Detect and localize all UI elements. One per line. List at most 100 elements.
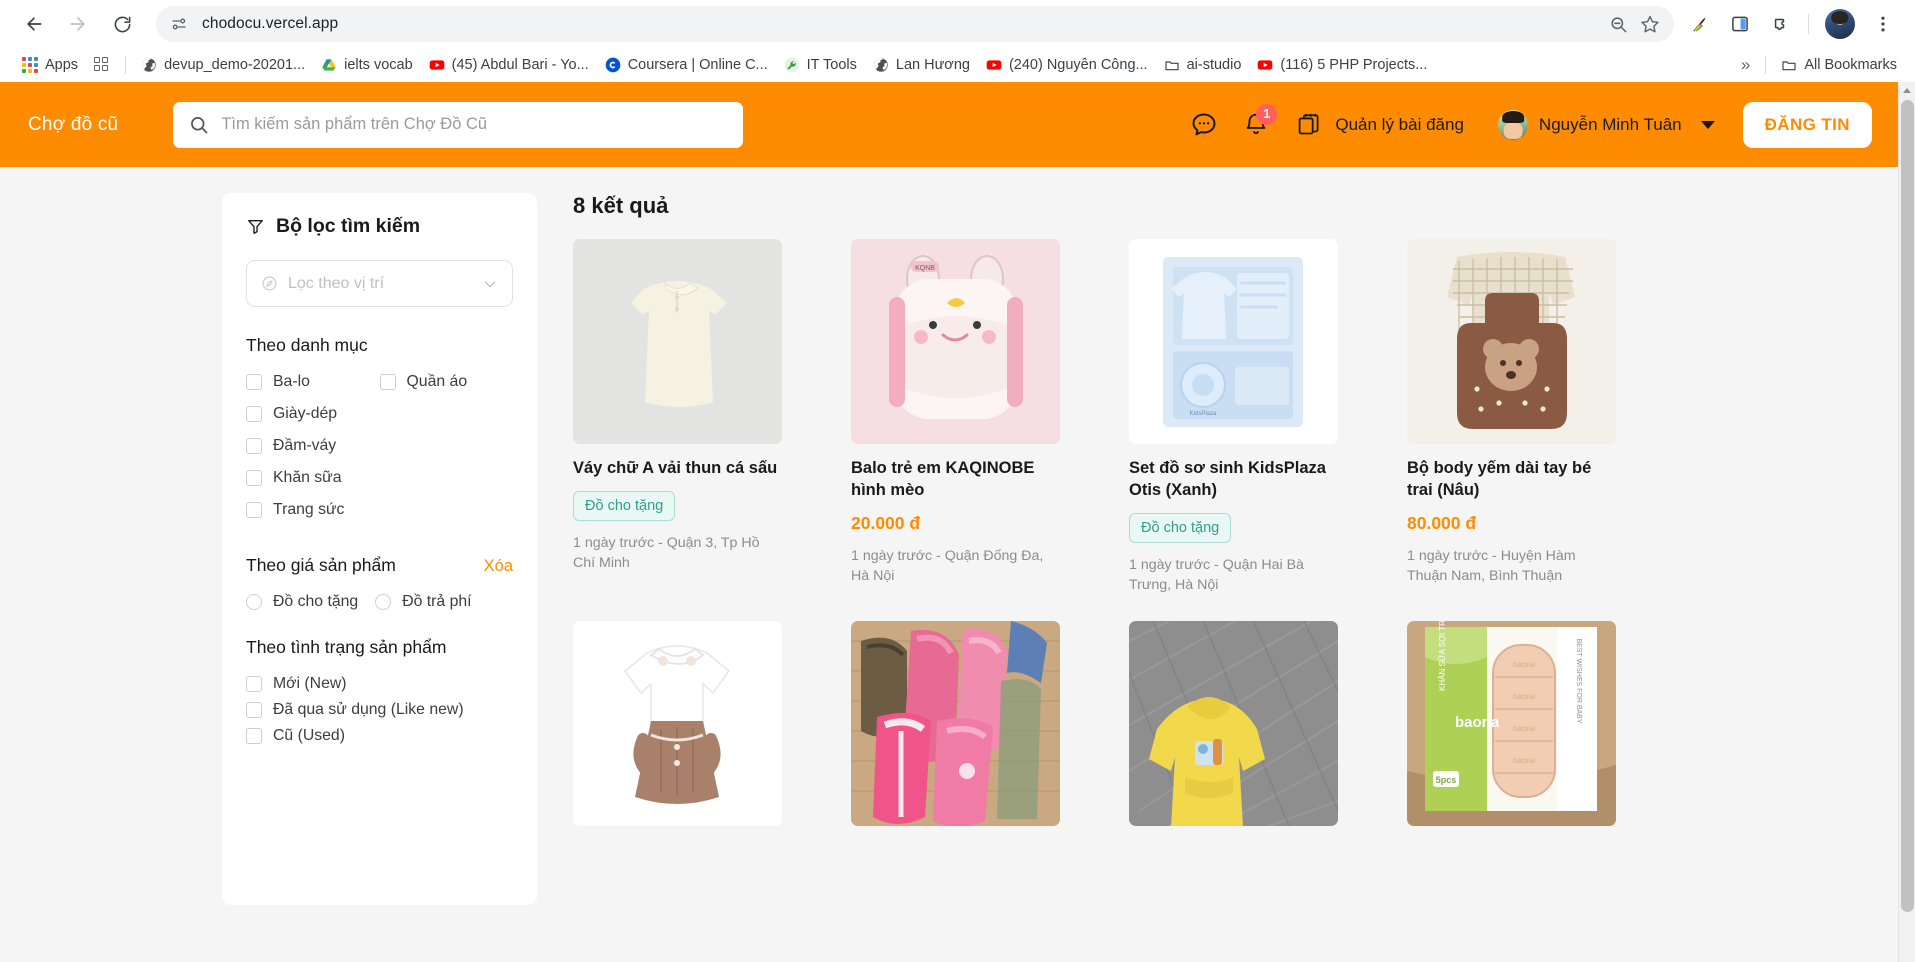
checkbox-icon[interactable] bbox=[379, 374, 396, 390]
search-box[interactable] bbox=[173, 101, 744, 148]
checkbox-icon[interactable] bbox=[246, 406, 262, 422]
product-card[interactable]: KidsPlaza Set đồ sơ sinh KidsPlaza Otis … bbox=[1129, 239, 1338, 595]
product-image[interactable] bbox=[1407, 239, 1616, 444]
bookmark-php-projects[interactable]: (116) 5 PHP Projects... bbox=[1249, 54, 1435, 76]
back-button[interactable] bbox=[14, 4, 54, 44]
product-card[interactable] bbox=[573, 621, 782, 827]
bookmark-star-icon[interactable] bbox=[1640, 14, 1660, 34]
product-image[interactable]: KQNB bbox=[851, 239, 1060, 444]
bookmark-it-tools[interactable]: IT Tools bbox=[776, 54, 865, 76]
bookmarks-divider-right bbox=[1765, 55, 1767, 74]
chevron-down-icon[interactable] bbox=[1700, 120, 1715, 129]
option-label: Cũ (Used) bbox=[273, 727, 345, 744]
product-title[interactable]: Balo trẻ em KAQINOBE hình mèo bbox=[851, 458, 1060, 502]
post-ad-button[interactable]: ĐĂNG TIN bbox=[1742, 101, 1872, 148]
product-image[interactable]: baona baona baona baona KHĂN SỮA SỢI TRE b… bbox=[1407, 621, 1616, 827]
option-label: Trang sức bbox=[273, 501, 345, 518]
checkbox-option-trang-suc[interactable]: Trang sức bbox=[246, 497, 380, 523]
product-image[interactable] bbox=[851, 621, 1060, 827]
checkbox-icon[interactable] bbox=[246, 502, 262, 518]
user-name: Nguyễn Minh Tuân bbox=[1538, 114, 1682, 134]
checkbox-icon[interactable] bbox=[246, 728, 262, 744]
product-title[interactable]: Váy chữ A vải thun cá sấu bbox=[573, 458, 782, 480]
checkbox-option-moi-new[interactable]: Mới (New) bbox=[246, 671, 513, 697]
product-card[interactable] bbox=[1129, 621, 1338, 827]
product-title[interactable]: Bộ body yếm dài tay bé trai (Nâu) bbox=[1407, 458, 1616, 502]
manage-posts-button[interactable]: Quản lý bài đăng bbox=[1296, 111, 1464, 138]
product-card[interactable]: Váy chữ A vải thun cá sấu Đồ cho tặng 1 … bbox=[573, 239, 782, 595]
bookmarks-overflow-button[interactable]: » bbox=[1733, 52, 1758, 78]
checkbox-option-khan-sua[interactable]: Khăn sữa bbox=[246, 465, 380, 491]
checkbox-icon[interactable] bbox=[246, 374, 262, 390]
checkbox-option-ba-lo[interactable]: Ba-lo bbox=[246, 369, 380, 395]
chevron-down-icon[interactable] bbox=[482, 276, 498, 292]
extensions-puzzle-icon[interactable] bbox=[1762, 6, 1798, 42]
bookmarks-bar: Apps devup_demo-20201... ielts vocab (45… bbox=[0, 48, 1915, 82]
product-card[interactable] bbox=[851, 621, 1060, 827]
svg-text:baona: baona bbox=[1455, 714, 1500, 731]
bookmark-label: (116) 5 PHP Projects... bbox=[1280, 56, 1428, 73]
globe-icon bbox=[141, 57, 157, 73]
checkbox-option-cu-used[interactable]: Cũ (Used) bbox=[246, 723, 513, 749]
site-info-icon[interactable] bbox=[170, 15, 188, 33]
product-price: 80.000 đ bbox=[1407, 512, 1477, 533]
product-image[interactable] bbox=[573, 621, 782, 827]
product-card[interactable]: Bộ body yếm dài tay bé trai (Nâu) 80.000… bbox=[1407, 239, 1616, 595]
scrollbar-up-button[interactable] bbox=[1899, 82, 1915, 99]
product-image[interactable]: KidsPlaza bbox=[1129, 239, 1338, 444]
checkbox-option-quan-ao[interactable]: Quần áo bbox=[379, 369, 514, 395]
side-panel-icon[interactable] bbox=[1722, 6, 1758, 42]
product-image[interactable] bbox=[1129, 621, 1338, 827]
product-card[interactable]: baona baona baona baona KHĂN SỮA SỢI TRE b… bbox=[1407, 621, 1616, 827]
product-title[interactable]: Set đồ sơ sinh KidsPlaza Otis (Xanh) bbox=[1129, 458, 1338, 502]
search-input[interactable] bbox=[221, 115, 728, 134]
svg-text:KHĂN SỮA SỢI TRE: KHĂN SỮA SỢI TRE bbox=[1438, 621, 1447, 691]
user-menu[interactable]: Nguyễn Minh Tuân bbox=[1497, 109, 1715, 140]
checkbox-icon[interactable] bbox=[246, 702, 262, 718]
location-filter-select[interactable]: Lọc theo vị trí bbox=[246, 260, 513, 307]
radio-icon[interactable] bbox=[246, 594, 262, 610]
profile-avatar[interactable] bbox=[1825, 9, 1855, 39]
product-free-tag: Đồ cho tặng bbox=[573, 490, 676, 521]
bookmark-apps[interactable]: Apps bbox=[14, 54, 86, 76]
manage-posts-label: Quản lý bài đăng bbox=[1335, 114, 1464, 134]
chat-bubble-icon[interactable] bbox=[1178, 99, 1230, 151]
site-logo[interactable]: Chợ đồ cũ bbox=[28, 114, 118, 136]
option-label: Quần áo bbox=[406, 373, 468, 390]
bookmark-ielts-vocab[interactable]: ielts vocab bbox=[313, 54, 421, 76]
bookmark-abdul-bari[interactable]: (45) Abdul Bari - Yo... bbox=[421, 54, 597, 76]
scrollbar-thumb[interactable] bbox=[1901, 100, 1914, 912]
checkbox-option-like-new[interactable]: Đã qua sử dụng (Like new) bbox=[246, 697, 513, 723]
clear-price-filter-link[interactable]: Xóa bbox=[484, 557, 513, 576]
category-grid-filler bbox=[380, 401, 514, 427]
product-image[interactable] bbox=[573, 239, 782, 444]
checkbox-icon[interactable] bbox=[246, 470, 262, 486]
forward-button[interactable] bbox=[58, 4, 98, 44]
all-bookmarks-button[interactable]: All Bookmarks bbox=[1773, 54, 1905, 76]
extension-colorful-icon[interactable] bbox=[1682, 6, 1718, 42]
bookmark-lan-huong[interactable]: Lan Hương bbox=[865, 54, 978, 76]
radio-option-do-cho-tang[interactable]: Đồ cho tặng bbox=[246, 589, 358, 615]
bookmark-devup-demo[interactable]: devup_demo-20201... bbox=[133, 54, 313, 76]
option-label: Đồ trả phí bbox=[402, 593, 472, 610]
radio-option-do-tra-phi[interactable]: Đồ trả phí bbox=[375, 589, 472, 615]
reload-button[interactable] bbox=[102, 4, 142, 44]
chrome-menu-icon[interactable] bbox=[1865, 6, 1901, 42]
search-icon bbox=[189, 115, 209, 135]
radio-icon[interactable] bbox=[375, 594, 392, 610]
product-card[interactable]: KQNB Balo trẻ em KAQINOBE hình mèo 20.00… bbox=[851, 239, 1060, 595]
zoom-icon[interactable] bbox=[1609, 15, 1628, 34]
checkbox-icon[interactable] bbox=[246, 676, 262, 692]
overflow-label: » bbox=[1740, 54, 1751, 74]
condition-title-text: Theo tình trạng sản phẩm bbox=[246, 637, 447, 657]
bookmark-grid-toggle[interactable] bbox=[86, 54, 118, 76]
address-bar[interactable]: chodocu.vercel.app bbox=[156, 6, 1674, 42]
checkbox-option-giay-dep[interactable]: Giày-dép bbox=[246, 401, 380, 427]
checkbox-icon[interactable] bbox=[246, 438, 262, 454]
page-scrollbar[interactable] bbox=[1898, 82, 1915, 962]
notifications-button[interactable]: 1 bbox=[1230, 99, 1282, 151]
bookmark-coursera[interactable]: Coursera | Online C... bbox=[597, 54, 776, 76]
bookmark-nguyen-cong[interactable]: (240) Nguyễn Công... bbox=[978, 54, 1156, 76]
bookmark-ai-studio[interactable]: ai-studio bbox=[1156, 54, 1250, 76]
checkbox-option-dam-vay[interactable]: Đầm-váy bbox=[246, 433, 380, 459]
